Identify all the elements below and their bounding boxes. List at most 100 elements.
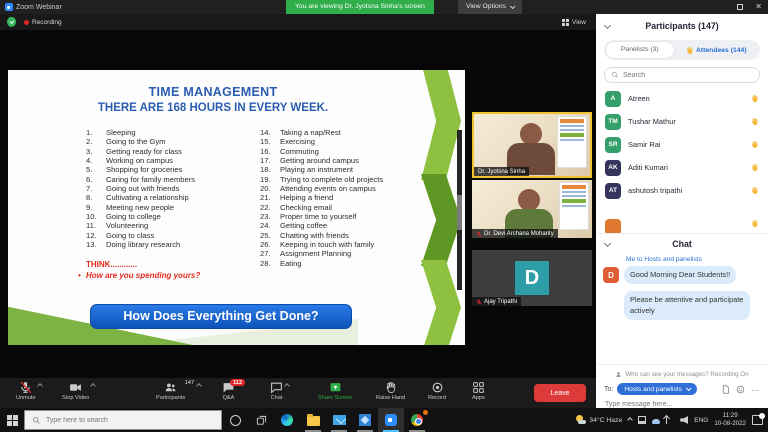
- video-tile-panelist[interactable]: Dr. Devi Archana Mohanty: [472, 180, 592, 238]
- notification-badge: [759, 413, 765, 419]
- usb-icon[interactable]: [666, 416, 674, 424]
- item-number: 13.: [86, 240, 106, 249]
- edge-button[interactable]: [274, 408, 300, 432]
- action-center-button[interactable]: [752, 415, 763, 425]
- record-button[interactable]: Record: [428, 378, 446, 408]
- qa-button[interactable]: 112 Q&A: [222, 378, 235, 408]
- participant-row[interactable]: AT ashutosh tripathi: [596, 179, 768, 202]
- participant-row[interactable]: TM Tushar Mathur: [596, 110, 768, 133]
- item-number: 2.: [86, 137, 106, 146]
- item-text: Chatting with friends: [280, 231, 349, 240]
- chrome-button[interactable]: [404, 408, 430, 432]
- hidden-icons-caret[interactable]: [627, 417, 633, 423]
- close-window-button[interactable]: ✕: [755, 0, 762, 14]
- tab-panelists[interactable]: Panelists (3): [606, 42, 674, 58]
- stop-video-button[interactable]: Stop Video: [62, 378, 89, 408]
- record-label: Record: [428, 395, 446, 401]
- participants-button[interactable]: 147 Participants: [156, 378, 185, 408]
- participant-row[interactable]: SR Samir Rai: [596, 133, 768, 156]
- chat-bubble-icon: [270, 381, 283, 394]
- slide-list-item: 6. Caring for family members: [86, 175, 258, 184]
- share-screen-icon: [329, 381, 342, 394]
- item-number: 5.: [86, 165, 106, 174]
- chat-button[interactable]: Chat: [270, 378, 283, 408]
- taskbar-weather[interactable]: 34°C Haze: [576, 415, 622, 425]
- speaker-icon[interactable]: [680, 416, 688, 424]
- restore-window-button[interactable]: [737, 4, 743, 10]
- item-number: 23.: [260, 212, 280, 221]
- scrollbar-thumb[interactable]: [457, 195, 462, 230]
- start-button[interactable]: [0, 415, 24, 426]
- view-layout-button[interactable]: View: [562, 14, 586, 30]
- item-number: 4.: [86, 156, 106, 165]
- item-text: Keeping in touch with family: [280, 240, 374, 249]
- photos-button[interactable]: [352, 408, 378, 432]
- item-text: Getting ready for class: [106, 147, 182, 156]
- shared-screen-stage: TIME MANAGEMENT THERE ARE 168 HOURS IN E…: [0, 30, 596, 378]
- participants-search-input[interactable]: [623, 72, 743, 79]
- chat-collapse-caret[interactable]: [604, 240, 611, 247]
- chat-title: Chat: [672, 239, 692, 249]
- slide-list-item: 8. Cultivating a relationship: [86, 193, 258, 202]
- file-explorer-button[interactable]: [300, 408, 326, 432]
- item-text: Helping a friend: [280, 193, 333, 202]
- slide-title-line1: TIME MANAGEMENT: [48, 85, 378, 99]
- taskbar-search[interactable]: [24, 410, 222, 430]
- video-options-caret[interactable]: [90, 383, 96, 389]
- raised-hand-icon: [750, 94, 759, 103]
- zoom-app-button[interactable]: [378, 408, 404, 432]
- share-screen-button[interactable]: Share Screen: [318, 378, 352, 408]
- participants-search[interactable]: [604, 67, 760, 83]
- taskbar-search-input[interactable]: [46, 417, 196, 424]
- slide-footer-question: How Does Everything Get Done?: [90, 304, 352, 329]
- participant-row[interactable]: AK Aditi Kumari: [596, 156, 768, 179]
- onedrive-icon[interactable]: [652, 419, 660, 424]
- unmute-button[interactable]: Unmute: [16, 378, 36, 408]
- slide-list-item: 1. Sleeping: [86, 128, 258, 137]
- item-number: 15.: [260, 137, 280, 146]
- participants-caret[interactable]: [196, 383, 202, 389]
- slide-list-item: 28. Eating: [260, 259, 418, 268]
- participant-avatar: SR: [605, 137, 621, 153]
- emoji-icon[interactable]: [736, 385, 745, 394]
- tab-attendees[interactable]: Attendees (144): [674, 46, 758, 55]
- shared-screen-scrollbar[interactable]: [457, 130, 462, 290]
- item-number: 22.: [260, 203, 280, 212]
- app-title: Zoom Webinar: [5, 0, 62, 14]
- recipient-selector[interactable]: Hosts and panelists: [617, 383, 697, 395]
- chat-message-input[interactable]: [596, 395, 756, 408]
- participants-collapse-caret[interactable]: [604, 22, 611, 29]
- participant-row-partial[interactable]: [596, 219, 768, 233]
- slide-think-label: THINK............: [86, 260, 137, 269]
- task-view-button[interactable]: [248, 408, 274, 432]
- network-icon[interactable]: [638, 416, 646, 424]
- search-icon: [32, 416, 41, 425]
- language-indicator[interactable]: ENG: [694, 417, 708, 424]
- audio-options-caret[interactable]: [37, 383, 43, 389]
- taskbar-clock[interactable]: 11:29 10-08-2022: [714, 412, 746, 428]
- slide-decor-chevron: [421, 174, 461, 266]
- item-number: 27.: [260, 249, 280, 258]
- raise-hand-button[interactable]: Raise Hand: [376, 378, 405, 408]
- person-head: [518, 189, 540, 211]
- chat-caret[interactable]: [284, 383, 290, 389]
- item-number: 14.: [260, 128, 280, 137]
- file-attach-icon[interactable]: [721, 385, 730, 394]
- participants-title: Participants (147): [645, 21, 718, 31]
- mail-button[interactable]: [326, 408, 352, 432]
- leave-button[interactable]: Leave: [534, 384, 586, 402]
- view-options-button[interactable]: View Options: [458, 0, 522, 14]
- apps-button[interactable]: Apps: [472, 378, 485, 408]
- slide-list-item: 2. Going to the Gym: [86, 137, 258, 146]
- video-tile-speaker[interactable]: Dr. Jyotsna Sinha: [472, 112, 592, 178]
- clock-time: 11:29: [714, 412, 746, 420]
- item-number: 21.: [260, 193, 280, 202]
- raise-hand-icon: [384, 381, 397, 394]
- participant-row[interactable]: A Atreen: [596, 87, 768, 110]
- cortana-button[interactable]: [222, 408, 248, 432]
- video-tile-no-camera[interactable]: D Ajay Tripathi: [472, 250, 592, 306]
- more-options-icon[interactable]: …: [751, 387, 760, 391]
- chat-message-bubble: Please be attentive and participate acti…: [624, 291, 750, 320]
- item-number: 18.: [260, 165, 280, 174]
- participant-name: ashutosh tripathi: [628, 186, 743, 195]
